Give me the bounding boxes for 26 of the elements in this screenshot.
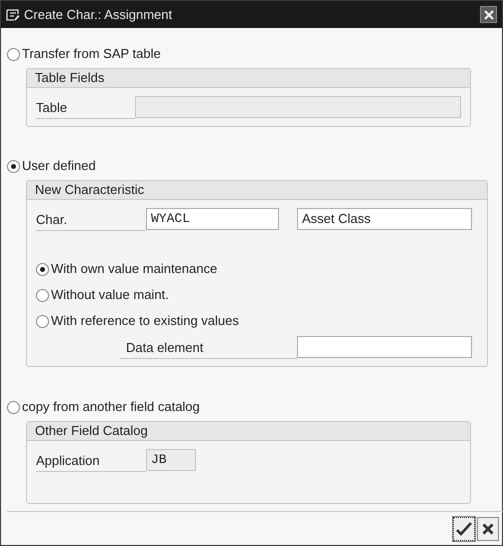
radio-button[interactable] [36,288,49,302]
input-field[interactable] [297,336,472,358]
confirm-button[interactable] [453,516,475,540]
option-label: copy from another field catalog [22,398,200,416]
radio-button[interactable] [7,400,20,414]
group-title: Other Field Catalog [35,422,148,440]
close-button[interactable] [480,6,497,23]
radio-button[interactable] [36,262,49,276]
window-title: Create Char.: Assignment [24,6,172,24]
option-label: Transfer from SAP table [22,45,161,64]
radio-button[interactable] [36,314,49,328]
option-label: Without value maint. [51,286,169,304]
checkmark-icon [456,522,472,536]
dialog-icon [6,8,20,20]
group-title: New Characteristic [35,181,144,200]
group-title: Table Fields [35,69,104,88]
close-icon [482,522,494,534]
option-label: With reference to existing values [51,312,239,330]
cancel-button[interactable] [477,516,499,540]
option-label: User defined [22,157,96,176]
radio-button[interactable] [7,160,20,172]
radio-button[interactable] [7,48,20,60]
option-label: With own value maintenance [51,260,218,278]
input-field[interactable]: Asset Class [297,208,472,230]
close-icon [484,10,494,20]
input-field[interactable]: WYACL [146,208,279,230]
